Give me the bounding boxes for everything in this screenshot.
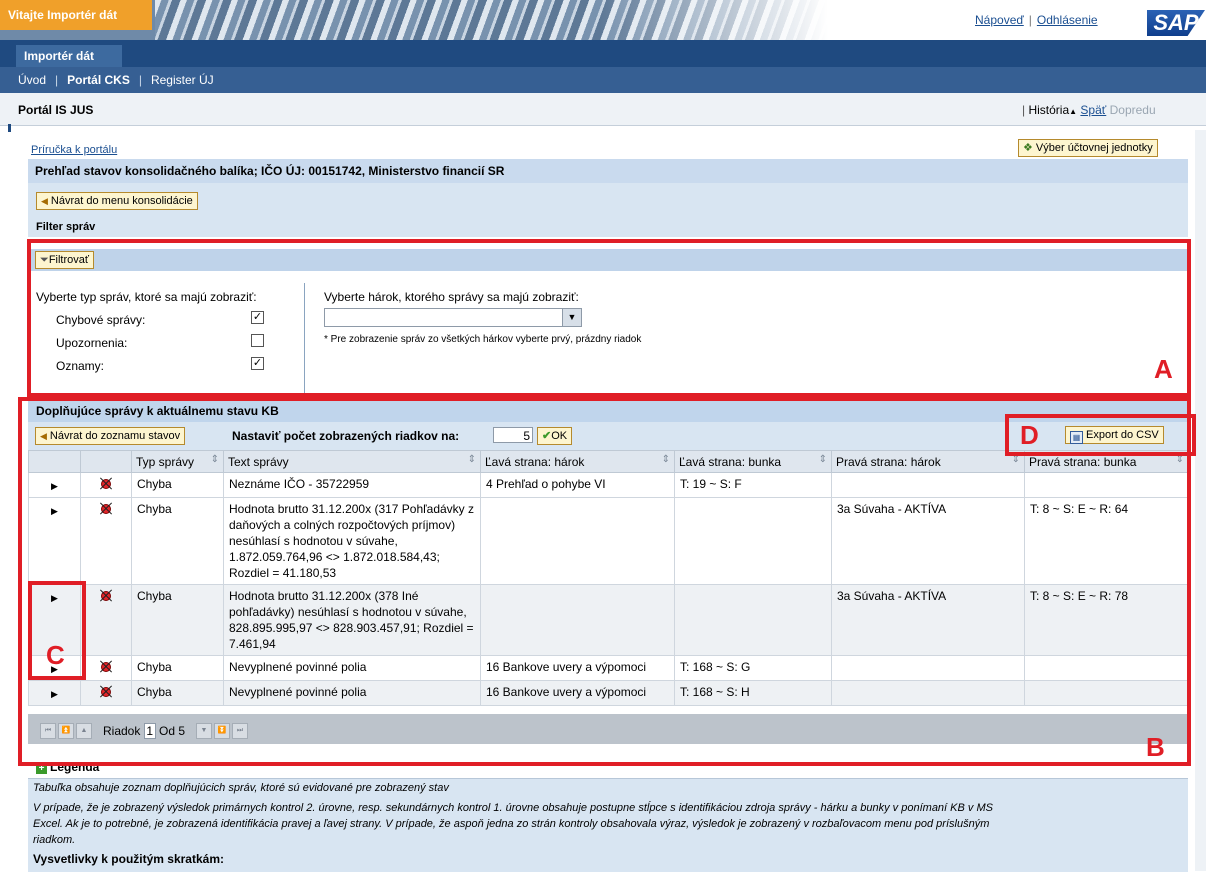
logout-link[interactable]: Odhlásenie — [1037, 13, 1098, 27]
legend-text-4: riadkom. — [33, 834, 76, 846]
legend-text-3: Excel. Ak je to potrebné, je zobrazená i… — [33, 818, 990, 830]
legend-text-1: Tabuľka obsahuje zoznam doplňujúcich spr… — [33, 782, 449, 794]
vertical-scrollbar[interactable] — [1195, 130, 1206, 871]
filter-title: Filter správ — [28, 217, 1188, 237]
subnav-item-portal-cks[interactable]: Portál CKS — [67, 73, 130, 87]
annotation-label-a: A — [1154, 354, 1173, 384]
subnav-item-uvod[interactable]: Úvod — [18, 73, 46, 87]
annotation-box-a — [27, 239, 1191, 397]
history-link[interactable]: História — [1028, 103, 1069, 117]
unit-icon: ❖ — [1023, 142, 1036, 154]
subnav-item-register[interactable]: Register ÚJ — [151, 73, 214, 87]
arrow-left-icon: ◀ — [41, 196, 48, 206]
back-link[interactable]: Späť — [1080, 103, 1106, 117]
annotation-label-d: D — [1020, 420, 1039, 450]
portal-title: Portál IS JUS — [18, 103, 94, 117]
help-link[interactable]: Nápoveď — [975, 13, 1024, 27]
annotation-label-b: B — [1146, 732, 1165, 762]
page-title: Prehľad stavov konsolidačného balíka; IČ… — [35, 164, 505, 178]
history-nav: | História▲ Späť Dopredu — [1022, 103, 1156, 117]
abbreviations-title: Vysvetlivky k použitým skratkám: — [33, 852, 224, 866]
back-to-menu-button[interactable]: ◀ Návrat do menu konsolidácie — [36, 192, 198, 210]
tab-importer-dat[interactable]: Importér dát — [16, 45, 122, 67]
select-unit-button[interactable]: ❖ Výber účtovnej jednotky — [1018, 139, 1158, 157]
annotation-label-c: C — [46, 640, 65, 670]
sap-logo: SAP — [1135, 0, 1206, 40]
forward-link: Dopredu — [1109, 103, 1156, 117]
welcome-title: Vitajte Importér dát — [0, 0, 152, 30]
status-overview-header: Prehľad stavov konsolidačného balíka; IČ… — [28, 159, 1188, 183]
sub-nav: Úvod | Portál CKS | Register ÚJ — [0, 67, 1206, 93]
top-links: Nápoveď | Odhlásenie — [975, 0, 1135, 40]
manual-link[interactable]: Príručka k portálu — [31, 144, 117, 156]
legend-text-2: V prípade, že je zobrazený výsledok prim… — [33, 802, 993, 814]
